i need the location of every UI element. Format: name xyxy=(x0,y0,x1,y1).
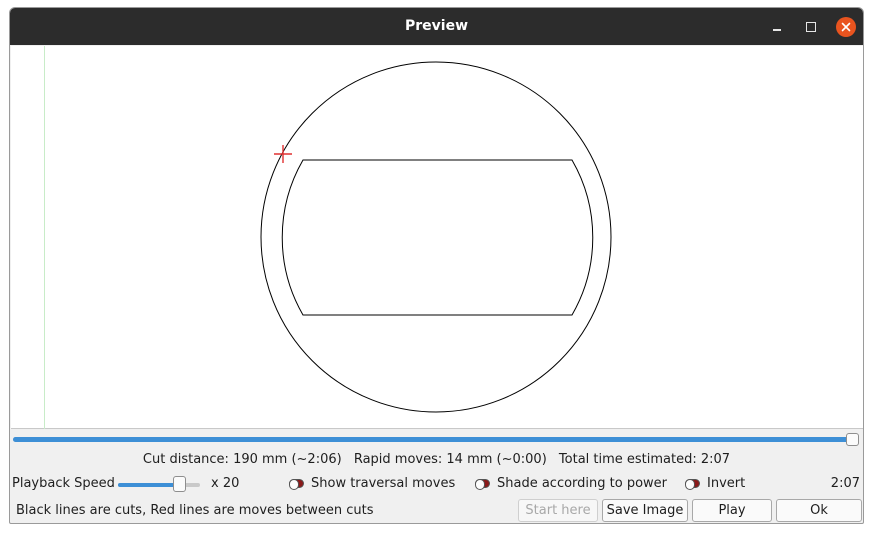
progress-slider-track[interactable] xyxy=(13,437,859,442)
playback-speed-slider-track[interactable] xyxy=(118,483,200,487)
toggle-switch-icon xyxy=(475,479,490,490)
progress-fill xyxy=(13,437,859,442)
inner-shape-cut xyxy=(281,159,594,316)
invert-label: Invert xyxy=(707,476,746,491)
close-icon xyxy=(841,22,851,32)
play-button[interactable]: Play xyxy=(692,499,772,522)
minimize-button[interactable] xyxy=(767,17,787,37)
preview-canvas[interactable] xyxy=(11,46,863,429)
stats-line: Cut distance: 190 mm (~2:06) Rapid moves… xyxy=(10,452,863,467)
toolpath-drawing xyxy=(44,46,612,429)
outer-circle-cut xyxy=(260,61,612,413)
shade-according-to-power-label: Shade according to power xyxy=(497,476,668,491)
close-button[interactable] xyxy=(836,17,856,37)
playback-speed-slider-handle[interactable] xyxy=(173,476,187,492)
window-title: Preview xyxy=(404,18,468,34)
title-bar[interactable]: Preview xyxy=(10,8,863,45)
start-here-button[interactable]: Start here xyxy=(518,499,598,522)
preview-window: Preview Cut distance: 190 mm (~2:06) Rap… xyxy=(9,7,864,524)
toggle-switch-icon xyxy=(289,479,304,490)
show-traversal-moves-label: Show traversal moves xyxy=(311,476,456,491)
rapid-moves-text: Rapid moves: 14 mm (~0:00) xyxy=(353,452,547,467)
cut-distance-text: Cut distance: 190 mm (~2:06) xyxy=(142,452,342,467)
total-time-text: Total time estimated: 2:07 xyxy=(558,452,731,467)
save-image-button[interactable]: Save Image xyxy=(602,499,688,522)
toggle-switch-icon xyxy=(685,479,700,490)
elapsed-time: 2:07 xyxy=(830,476,860,491)
playback-speed-label: Playback Speed xyxy=(12,476,115,491)
legend-hint-text: Black lines are cuts, Red lines are move… xyxy=(16,503,374,518)
maximize-button[interactable] xyxy=(801,17,821,37)
playback-speed-multiplier: x 20 xyxy=(211,476,240,491)
progress-slider-handle[interactable] xyxy=(846,433,859,446)
ok-button[interactable]: Ok xyxy=(776,499,862,522)
start-marker-icon xyxy=(274,145,292,163)
playback-controls-row: Playback Speed x 20 Show traversal moves… xyxy=(10,475,863,493)
